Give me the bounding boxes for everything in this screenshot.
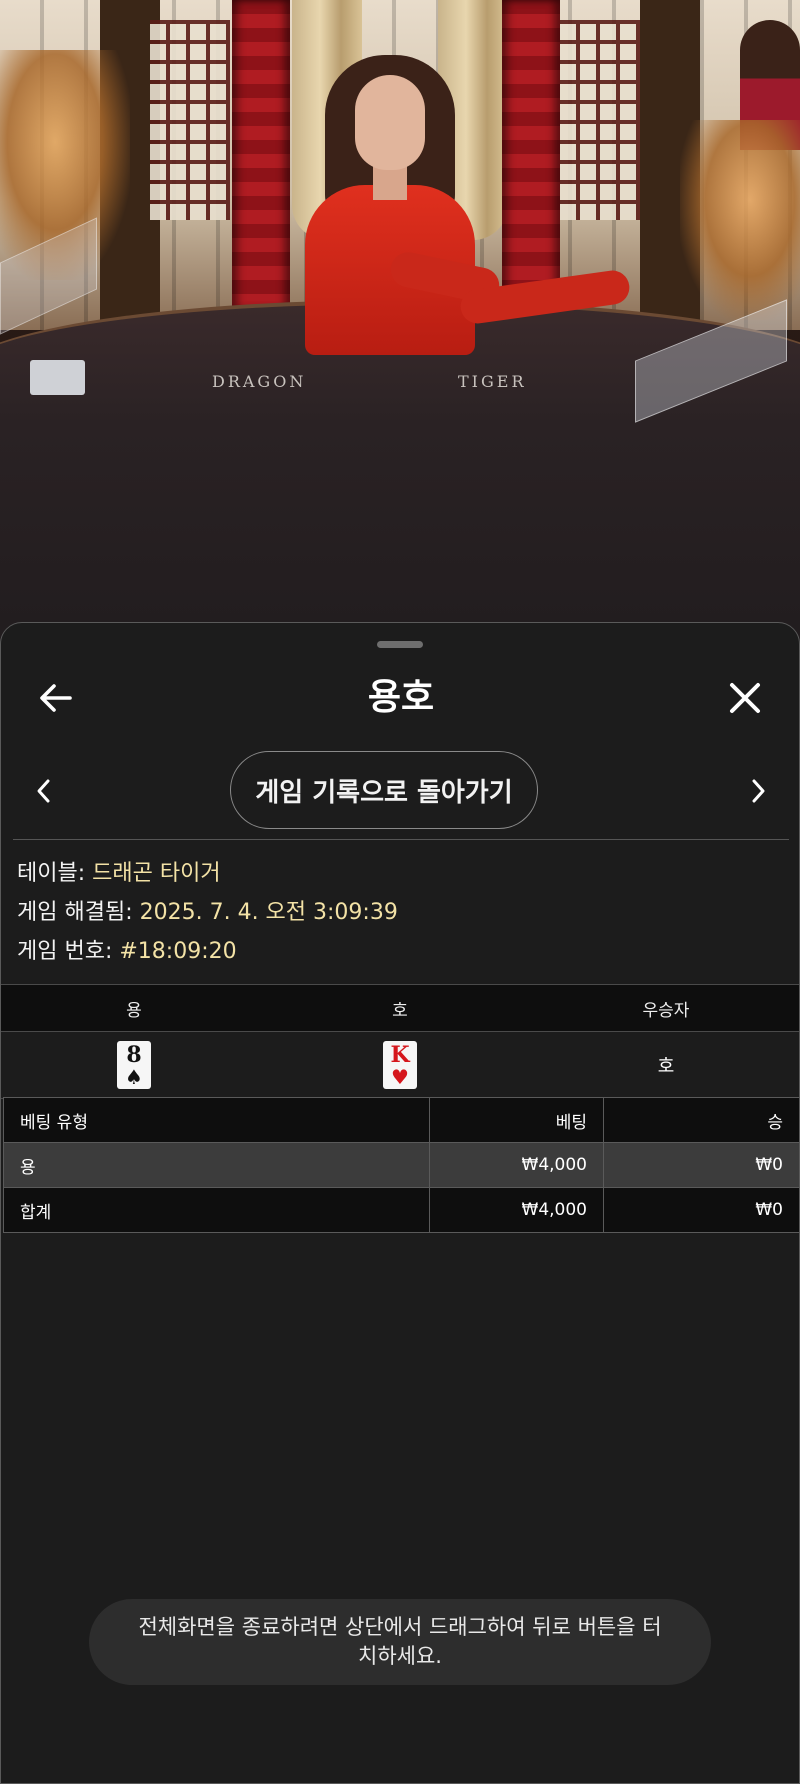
tiger-card-rank: K <box>390 1041 410 1068</box>
heart-icon: ♥ <box>391 1064 409 1089</box>
column-header-dragon: 용 <box>1 984 267 1032</box>
bet-type-header: 베팅 유형 <box>3 1097 430 1143</box>
table-label-dragon: DRAGON <box>212 372 307 391</box>
close-icon <box>730 683 760 713</box>
chevron-left-icon <box>37 779 50 803</box>
result-table: 용 호 우승자 8 ♠ K ♥ 호 <box>1 984 799 1099</box>
table-row: 용 ₩4,000 ₩0 <box>3 1142 800 1188</box>
winner-cell: 호 <box>533 1031 799 1099</box>
bet-amount-header: 베팅 <box>429 1097 604 1143</box>
resolved-label: 게임 해결됨: <box>17 900 133 925</box>
tiger-card-cell: K ♥ <box>267 1031 533 1099</box>
sheet-drag-handle[interactable] <box>377 641 423 648</box>
next-game-button[interactable] <box>729 761 789 821</box>
total-label-cell: 합계 <box>3 1187 430 1233</box>
video-lattice-left <box>150 20 230 220</box>
table-value: 드래곤 타이거 <box>92 861 221 886</box>
table-label: 테이블: <box>17 861 86 886</box>
table-info-line: 테이블: 드래곤 타이거 <box>17 855 221 893</box>
total-win-cell: ₩0 <box>603 1187 800 1233</box>
resolved-info-line: 게임 해결됨: 2025. 7. 4. 오전 3:09:39 <box>17 894 398 932</box>
bet-table: 베팅 유형 베팅 승 용 ₩4,000 ₩0 합계 ₩4,000 ₩0 <box>3 1097 800 1233</box>
section-divider <box>13 839 789 840</box>
table-label-tiger: TIGER <box>458 372 527 391</box>
game-number-label: 게임 번호: <box>17 939 113 964</box>
chevron-right-icon <box>752 779 765 803</box>
fullscreen-exit-toast: 전체화면을 종료하려면 상단에서 드래그하여 뒤로 버튼을 터치하세요. <box>89 1599 711 1685</box>
column-header-tiger: 호 <box>267 984 533 1032</box>
column-header-winner: 우승자 <box>533 984 799 1032</box>
video-pillar-right <box>502 0 560 310</box>
win-amount-cell: ₩0 <box>603 1142 800 1188</box>
card-stack <box>30 360 85 395</box>
live-video-stream: DRAGON TIGER <box>0 0 800 640</box>
total-bet-cell: ₩4,000 <box>429 1187 604 1233</box>
bet-type-cell: 용 <box>3 1142 430 1188</box>
game-number-value: #18:09:20 <box>119 939 237 964</box>
video-lattice-right <box>560 20 640 220</box>
dragon-playing-card: 8 ♠ <box>117 1041 151 1089</box>
win-amount-header: 승 <box>603 1097 800 1143</box>
tiger-playing-card: K ♥ <box>383 1041 417 1089</box>
previous-game-button[interactable] <box>13 761 73 821</box>
tiger-statue <box>680 120 800 320</box>
game-navigation: 게임 기록으로 돌아가기 <box>1 751 800 831</box>
bet-amount-cell: ₩4,000 <box>429 1142 604 1188</box>
dragon-card-cell: 8 ♠ <box>1 1031 267 1099</box>
resolved-value: 2025. 7. 4. 오전 3:09:39 <box>139 900 398 925</box>
video-pillar-left <box>232 0 290 310</box>
sheet-title: 용호 <box>367 677 435 718</box>
dragon-card-rank: 8 <box>126 1041 142 1068</box>
result-row: 8 ♠ K ♥ 호 <box>1 1031 799 1099</box>
spade-icon: ♠ <box>125 1064 143 1089</box>
back-to-history-button[interactable]: 게임 기록으로 돌아가기 <box>230 751 538 829</box>
close-button[interactable] <box>715 668 775 728</box>
game-number-line: 게임 번호: #18:09:20 <box>17 933 237 971</box>
total-row: 합계 ₩4,000 ₩0 <box>3 1187 800 1233</box>
